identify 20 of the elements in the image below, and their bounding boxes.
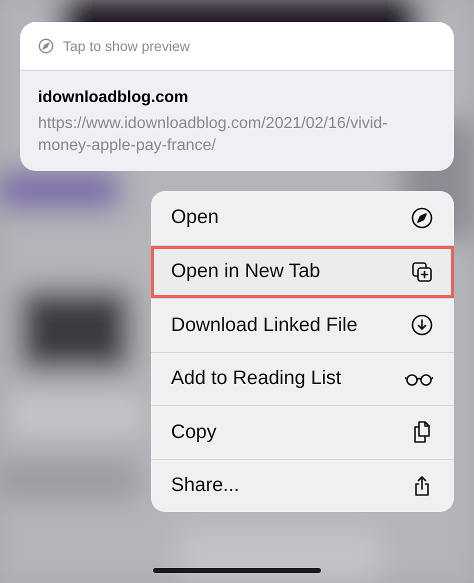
download-icon [410, 313, 434, 338]
compass-icon [38, 38, 54, 54]
menu-item[interactable]: Open in New Tab [151, 244, 454, 298]
link-preview-card[interactable]: Tap to show preview idownloadblog.com https://www.idownloadblog.com/2021/02/16/vivid-money-apple-pay-france/ [20, 22, 454, 171]
preview-hint: Tap to show preview [63, 38, 190, 54]
menu-item-label: Open [171, 206, 219, 230]
menu-item-label: Copy [171, 420, 217, 444]
compass-icon [410, 206, 434, 230]
site-title: idownloadblog.com [38, 89, 190, 107]
menu-item[interactable]: Copy [151, 405, 454, 458]
menu-item[interactable]: Open [151, 191, 454, 244]
menu-item-label: Add to Reading List [171, 367, 342, 390]
menu-item-label: Share... [171, 474, 240, 498]
menu-item[interactable]: Share... [151, 458, 454, 512]
menu-item-label: Download Linked File [171, 314, 358, 337]
menu-item[interactable]: Add to Reading List [151, 352, 454, 405]
menu-item-label: Open in New Tab [171, 260, 320, 284]
menu-item[interactable]: Download Linked File [151, 298, 454, 352]
new-tab-icon [410, 260, 434, 284]
link-url: https://www.idownloadblog.com/2021/02/16/vivid-money-apple-pay-france/ [38, 114, 389, 156]
